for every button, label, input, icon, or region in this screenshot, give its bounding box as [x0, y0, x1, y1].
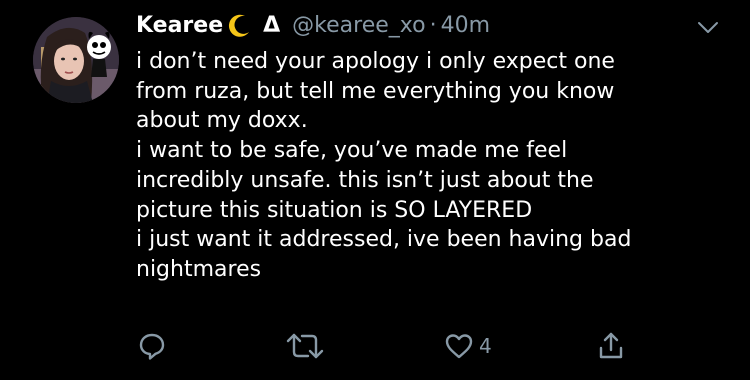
heart-icon	[443, 330, 475, 362]
reply-button[interactable]	[136, 326, 168, 366]
tweet-header: Kearee Δ @kearee_xo · 40m	[136, 10, 490, 42]
share-button[interactable]	[595, 326, 627, 366]
avatar-image	[33, 17, 119, 103]
like-button[interactable]: 4	[443, 326, 492, 366]
timestamp[interactable]: 40m	[441, 10, 490, 42]
user-handle[interactable]: @kearee_xo	[292, 10, 425, 42]
tweet-text: i don’t need your apology i only expect …	[136, 49, 632, 282]
tweet-actions: 4	[0, 326, 750, 366]
like-count: 4	[479, 334, 492, 358]
name-symbol: Δ	[263, 13, 281, 38]
avatar[interactable]	[33, 17, 119, 103]
reply-icon	[136, 330, 168, 362]
separator-dot: ·	[429, 13, 437, 38]
display-name[interactable]: Kearee	[136, 10, 223, 42]
share-icon	[595, 330, 627, 362]
crescent-moon-icon	[225, 12, 253, 40]
chevron-down-icon[interactable]	[697, 20, 719, 34]
tweet[interactable]: Kearee Δ @kearee_xo · 40m i don’t need y…	[0, 0, 750, 380]
retweet-button[interactable]	[284, 326, 326, 366]
retweet-icon	[284, 330, 326, 362]
